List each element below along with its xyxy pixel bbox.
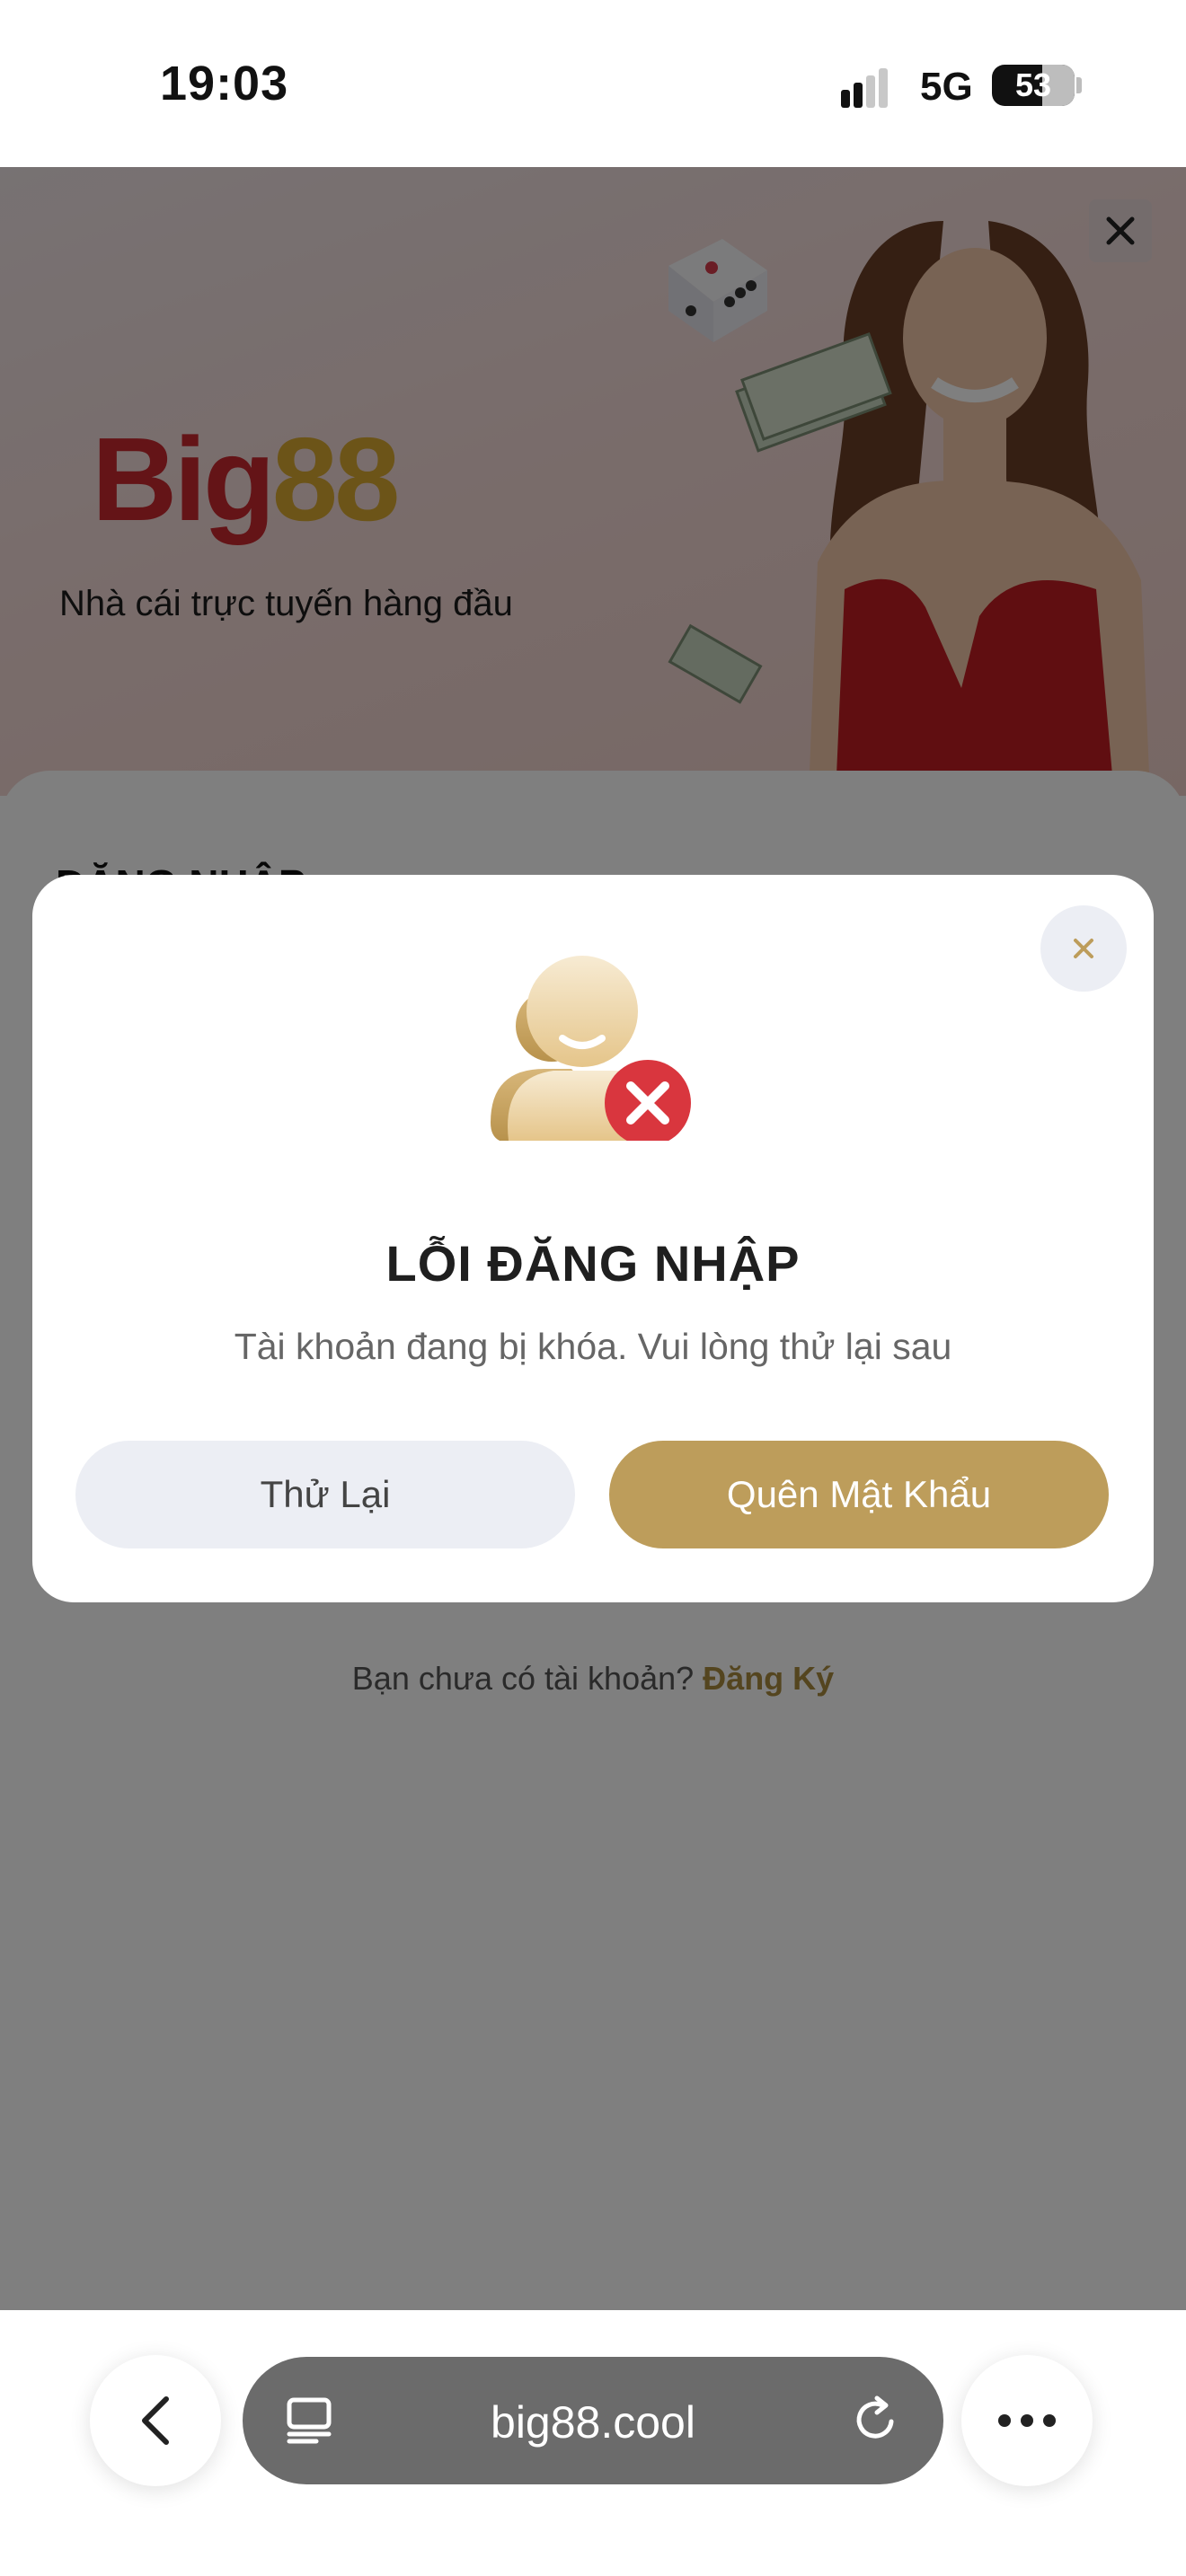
more-icon (998, 2414, 1056, 2427)
url-text: big88.cool (491, 2397, 695, 2448)
status-bar: 19:03 5G 53 (0, 0, 1186, 167)
back-button[interactable] (90, 2355, 221, 2486)
back-icon (142, 2396, 169, 2445)
dialog-message: Tài khoản đang bị khóa. Vui lòng thử lại… (234, 1326, 952, 1367)
user-error-icon (491, 956, 691, 1141)
status-time: 19:03 (160, 57, 289, 110)
reload-icon[interactable] (850, 2393, 904, 2447)
browser-toolbar: big88.cool (0, 2310, 1186, 2576)
login-error-dialog: LỖI ĐĂNG NHẬP Tài khoản đang bị khóa. Vu… (32, 875, 1154, 1602)
dialog-close-button[interactable] (1040, 905, 1127, 992)
forgot-password-button[interactable]: Quên Mật Khẩu (609, 1441, 1109, 1548)
signal-icon (841, 68, 888, 108)
dialog-title: LỖI ĐĂNG NHẬP (385, 1235, 801, 1292)
address-bar[interactable]: big88.cool (243, 2357, 943, 2484)
network-type: 5G (920, 65, 973, 109)
battery-level: 53 (1014, 66, 1052, 103)
retry-button[interactable]: Thử Lại (75, 1441, 575, 1548)
battery-tip (1076, 77, 1082, 93)
more-button[interactable] (961, 2355, 1093, 2486)
page: 19:03 5G 53 LỖI ĐĂNG NHẬP Tài khoản đang… (0, 0, 1186, 2576)
close-icon (1074, 939, 1093, 958)
battery-icon: 53 (992, 65, 1075, 106)
